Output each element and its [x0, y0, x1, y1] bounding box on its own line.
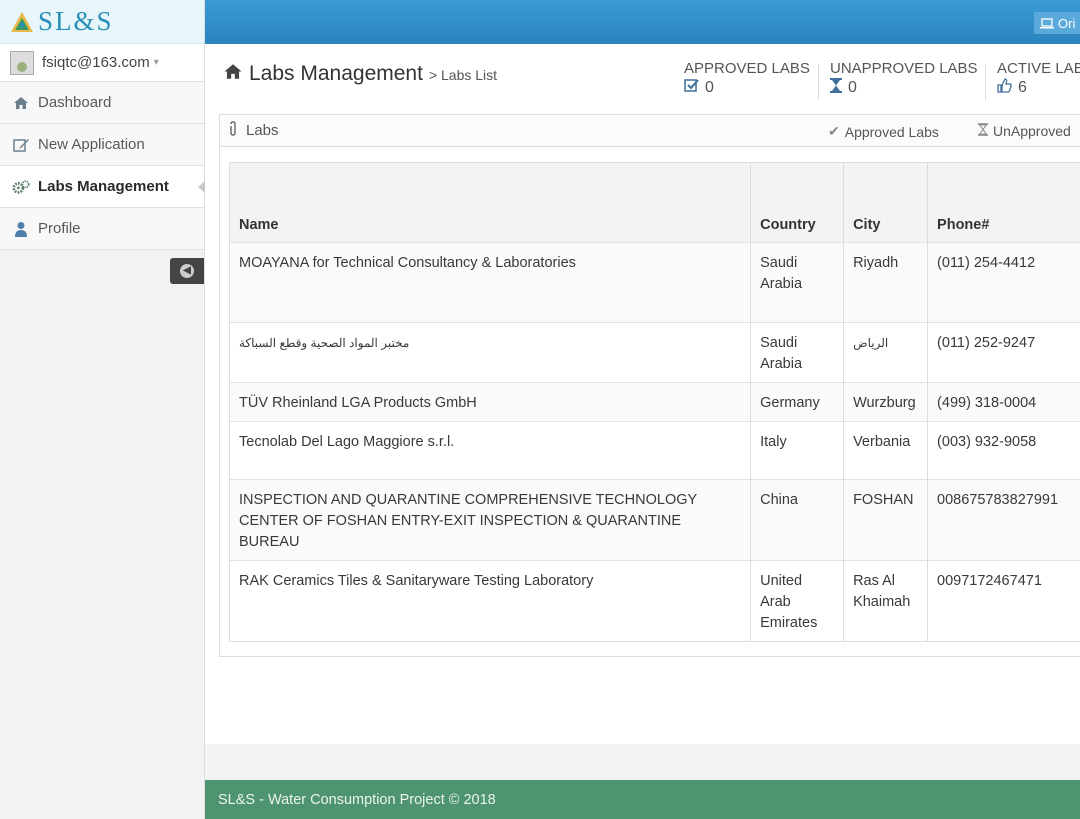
- panel-title: Labs: [246, 122, 279, 139]
- cell-phone: 008675783827991: [927, 479, 1080, 561]
- home-icon: [12, 96, 30, 110]
- table-row[interactable]: INSPECTION AND QUARANTINE COMPREHENSIVE …: [228, 479, 1080, 561]
- table-row[interactable]: MOAYANA for Technical Consultancy & Labo…: [228, 242, 1080, 323]
- breadcrumb: > Labs List: [428, 67, 498, 83]
- gears-icon: [12, 179, 30, 195]
- stat-unapproved-labs: UNAPPROVED LABS 0: [830, 60, 978, 98]
- stat-divider: [985, 64, 986, 100]
- stat-value: 6: [1018, 79, 1027, 96]
- edit-icon: [12, 137, 30, 153]
- sidebar-item-label: Labs Management: [38, 178, 169, 195]
- user-email: fsiqtc@163.com: [42, 54, 150, 71]
- cell-phone: 0097172467471: [927, 560, 1080, 642]
- labs-panel: Labs ✔ Approved Labs UnApproved Name Cou…: [219, 114, 1080, 657]
- labs-table: Name Country City Phone# MOAYANA for Tec…: [228, 162, 1080, 642]
- user-icon: [12, 221, 30, 237]
- cell-name: RAK Ceramics Tiles & Sanitaryware Testin…: [228, 560, 752, 642]
- cell-phone: (003) 932-9058: [927, 421, 1080, 480]
- column-header-name[interactable]: Name: [228, 162, 752, 243]
- top-user-button[interactable]: Ori: [1034, 12, 1080, 34]
- sidebar-item-label: Profile: [38, 220, 81, 237]
- content-bottom-strip: [205, 744, 1080, 780]
- logo-icon: [11, 11, 33, 32]
- laptop-icon: [1040, 17, 1054, 28]
- cell-city: Riyadh: [843, 242, 929, 323]
- check-icon: ✔: [828, 123, 840, 139]
- stat-value: 0: [848, 79, 857, 96]
- stat-label: UNAPPROVED LABS: [830, 60, 978, 77]
- sidebar: SL&S fsiqtc@163.com ▾ Dashboard New Appl…: [0, 0, 205, 819]
- sidebar-item-label: New Application: [38, 136, 145, 153]
- cell-country: China: [750, 479, 845, 561]
- active-indicator: [198, 181, 205, 193]
- hourglass-icon: [830, 78, 842, 98]
- cell-country: United Arab Emirates: [750, 560, 845, 642]
- footer: SL&S - Water Consumption Project © 2018: [205, 780, 1080, 819]
- hourglass-icon: [978, 123, 988, 139]
- cell-phone: (011) 252-9247: [927, 322, 1080, 383]
- column-header-city[interactable]: City: [843, 162, 929, 243]
- sidebar-item-profile[interactable]: Profile: [0, 208, 204, 250]
- table-row[interactable]: TÜV Rheinland LGA Products GmbH Germany …: [228, 382, 1080, 422]
- logo-bar: SL&S: [0, 0, 204, 44]
- table-row[interactable]: مختبر المواد الصحية وقطع السباكة Saudi A…: [228, 322, 1080, 383]
- cell-country: Saudi Arabia: [750, 322, 845, 383]
- check-square-icon: [684, 78, 699, 97]
- cell-city: Verbania: [843, 421, 929, 480]
- cell-city: الرياض: [843, 322, 929, 383]
- column-header-phone[interactable]: Phone#: [927, 162, 1080, 243]
- panel-header: Labs ✔ Approved Labs UnApproved: [220, 115, 1080, 147]
- page-header: Labs Management > Labs List: [223, 62, 497, 86]
- top-user-label: Ori: [1058, 15, 1076, 31]
- stat-divider: [818, 64, 819, 100]
- cell-phone: (011) 254-4412: [927, 242, 1080, 323]
- stat-active-labs: ACTIVE LABS 6: [997, 60, 1080, 98]
- tab-label: Approved Labs: [844, 123, 939, 140]
- main-content: Labs Management > Labs List APPROVED LAB…: [205, 44, 1080, 744]
- table-header-row: Name Country City Phone#: [228, 162, 1080, 243]
- sidebar-item-labs-management[interactable]: Labs Management: [0, 166, 205, 208]
- cell-city: FOSHAN: [843, 479, 929, 561]
- user-menu[interactable]: fsiqtc@163.com ▾: [0, 44, 204, 82]
- arrow-left-icon: ◀: [180, 264, 194, 278]
- logo-text: SL&S: [38, 6, 114, 36]
- top-navbar: Ori: [205, 0, 1080, 44]
- cell-name: TÜV Rheinland LGA Products GmbH: [228, 382, 752, 422]
- table-row[interactable]: Tecnolab Del Lago Maggiore s.r.l. Italy …: [228, 421, 1080, 480]
- sidebar-item-label: Dashboard: [38, 94, 112, 111]
- cell-name: مختبر المواد الصحية وقطع السباكة: [228, 322, 752, 383]
- cell-name: Tecnolab Del Lago Maggiore s.r.l.: [228, 421, 752, 480]
- tab-label: UnApproved: [993, 123, 1071, 139]
- sidebar-item-new-application[interactable]: New Application: [0, 124, 204, 166]
- stat-value: 0: [705, 78, 714, 96]
- table-row[interactable]: RAK Ceramics Tiles & Sanitaryware Testin…: [228, 560, 1080, 642]
- sidebar-collapse-button[interactable]: ◀: [170, 258, 204, 284]
- thumbs-up-icon: [997, 78, 1012, 98]
- stat-label: ACTIVE LABS: [997, 60, 1080, 77]
- cell-name: INSPECTION AND QUARANTINE COMPREHENSIVE …: [228, 479, 752, 561]
- cell-phone: (499) 318-0004: [927, 382, 1080, 422]
- tab-unapproved-labs[interactable]: UnApproved: [978, 123, 1071, 139]
- cell-name: MOAYANA for Technical Consultancy & Labo…: [228, 242, 752, 323]
- cell-city: Wurzburg: [843, 382, 929, 422]
- stat-approved-labs: APPROVED LABS 0: [684, 60, 810, 97]
- footer-text: SL&S - Water Consumption Project © 2018: [218, 791, 496, 808]
- stat-label: APPROVED LABS: [684, 60, 810, 77]
- page-title: Labs Management: [249, 62, 423, 85]
- avatar: [10, 50, 34, 75]
- cell-city: Ras Al Khaimah: [843, 560, 929, 642]
- cell-country: Germany: [750, 382, 845, 422]
- tab-approved-labs[interactable]: ✔ Approved Labs: [828, 123, 939, 140]
- chevron-down-icon: ▾: [153, 57, 159, 68]
- column-header-country[interactable]: Country: [750, 162, 845, 243]
- cell-country: Saudi Arabia: [750, 242, 845, 323]
- paperclip-icon: [228, 121, 238, 140]
- cell-country: Italy: [750, 421, 845, 480]
- sidebar-item-dashboard[interactable]: Dashboard: [0, 82, 204, 124]
- home-icon: [224, 64, 242, 79]
